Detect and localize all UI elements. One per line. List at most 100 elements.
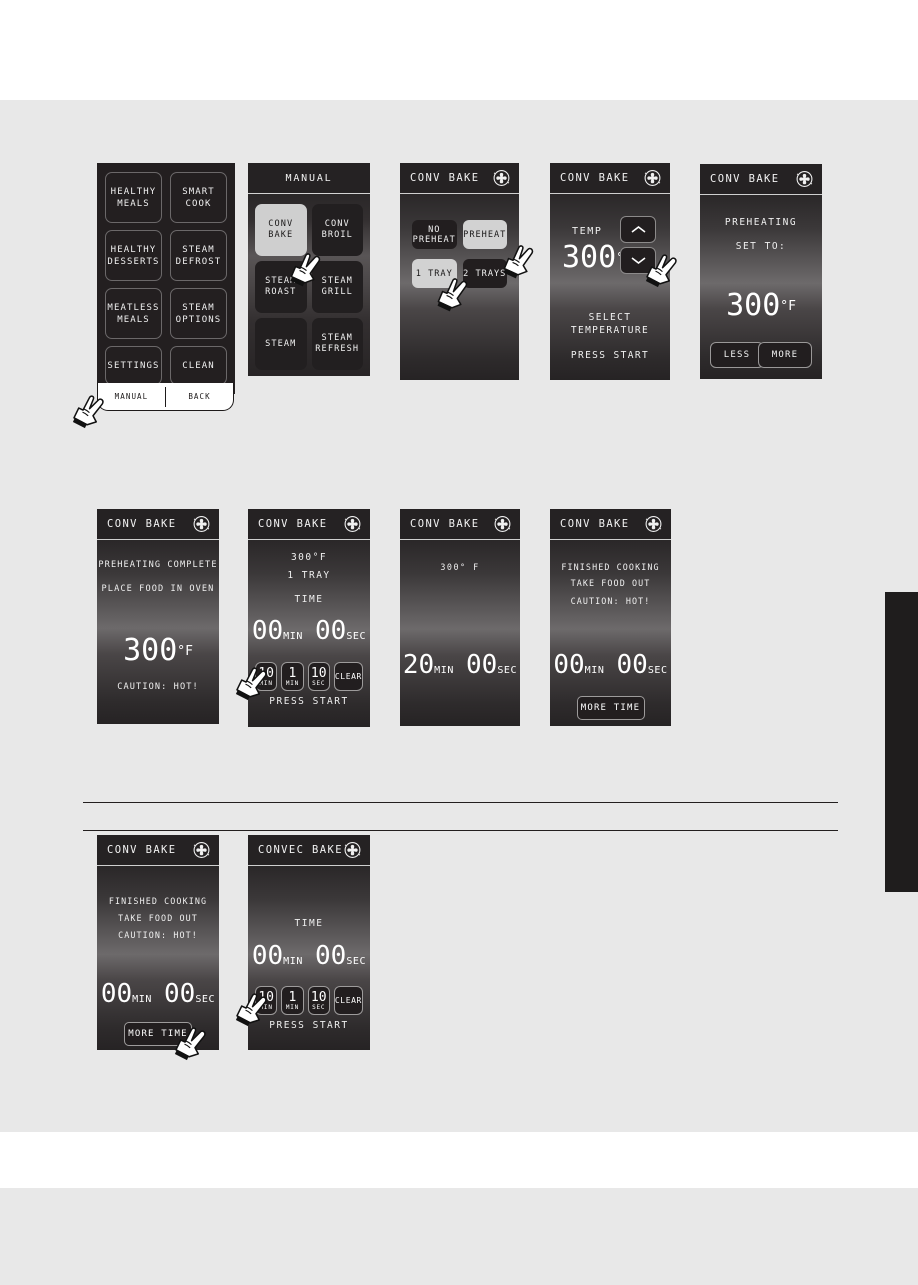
finished-b-line-1: FINISHED COOKING bbox=[108, 896, 208, 906]
fan-icon bbox=[644, 170, 661, 186]
cooking-sec-suffix: SEC bbox=[497, 665, 518, 676]
hand-cursor-icon bbox=[233, 665, 272, 702]
preheating-panel-body: PREHEATING SET TO: 300°F LESS MORE bbox=[700, 195, 822, 379]
temp-instruction: SELECT TEMPERATURE bbox=[570, 312, 650, 336]
set-time-tray: 1 TRAY bbox=[287, 570, 331, 581]
menu-button-clean[interactable]: CLEAN bbox=[170, 346, 227, 385]
menu-button-meatless-meals[interactable]: MEATLESS MEALS bbox=[105, 288, 162, 339]
fan-icon bbox=[645, 516, 662, 532]
cooking-min-suffix: MIN bbox=[434, 665, 454, 676]
convec-numpad-10-sec-unit: SEC bbox=[312, 1003, 326, 1011]
preheat-complete-caution: CAUTION: HOT! bbox=[117, 682, 199, 692]
temp-number: 300 bbox=[562, 240, 617, 275]
finished-b-minutes: 00 bbox=[100, 979, 133, 1009]
menu-button-steam-defrost[interactable]: STEAM DEFROST bbox=[170, 230, 227, 281]
numpad-10-sec-unit: SEC bbox=[312, 679, 326, 687]
set-time-minutes: 00 bbox=[251, 616, 284, 646]
convec-time-title: CONVEC BAKE bbox=[258, 844, 343, 856]
finished-time-display: 00MIN 00SEC bbox=[550, 650, 671, 680]
temperature-panel-header: CONV BAKE bbox=[550, 163, 670, 194]
numpad-1-min-button[interactable]: 1 MIN bbox=[281, 662, 304, 691]
finished-b-seconds: 00 bbox=[164, 979, 196, 1009]
set-time-header: CONV BAKE bbox=[248, 509, 370, 540]
back-button[interactable]: BACK bbox=[166, 392, 233, 401]
hand-cursor-icon bbox=[643, 252, 682, 289]
hand-cursor-icon bbox=[500, 242, 539, 280]
more-button[interactable]: MORE bbox=[758, 342, 812, 368]
menu-button-healthy-desserts[interactable]: HEALTHY DESSERTS bbox=[105, 230, 162, 281]
menu-button-steam-options[interactable]: STEAM OPTIONS bbox=[170, 288, 227, 339]
numpad-1-min-value: 1 bbox=[288, 665, 297, 681]
menu-button-healthy-meals[interactable]: HEALTHY MEALS bbox=[105, 172, 162, 223]
finished-line-2: TAKE FOOD OUT bbox=[570, 578, 651, 588]
preheat-complete-body: PREHEATING COMPLETE PLACE FOOD IN OVEN 3… bbox=[97, 540, 219, 724]
panel-preheat-complete[interactable]: CONV BAKE PREHEATING COMPLETE PLACE FOOD… bbox=[97, 509, 219, 724]
hand-cursor-icon bbox=[172, 1025, 211, 1062]
menu-bottom-bar[interactable]: MANUAL BACK bbox=[97, 383, 234, 411]
divider-top bbox=[83, 802, 838, 803]
convec-time-label: TIME bbox=[294, 918, 324, 929]
convec-numpad-1-min-button[interactable]: 1 MIN bbox=[281, 986, 304, 1015]
preheating-line-1: PREHEATING bbox=[724, 217, 798, 228]
fan-icon bbox=[494, 516, 511, 532]
set-time-sec-suffix: SEC bbox=[346, 631, 367, 642]
convec-minutes: 00 bbox=[251, 941, 284, 971]
temp-press-start: PRESS START bbox=[570, 350, 650, 361]
manual-panel-header: MANUAL bbox=[248, 163, 370, 194]
preheat-complete-temp-number: 300 bbox=[123, 633, 178, 668]
numpad-10-sec-button[interactable]: 10 SEC bbox=[307, 662, 330, 691]
preheating-temp: 300°F bbox=[700, 288, 822, 323]
cooking-header: CONV BAKE bbox=[400, 509, 520, 540]
menu-button-settings[interactable]: SETTINGS bbox=[105, 346, 162, 385]
preheat-complete-line-2: PLACE FOOD IN OVEN bbox=[101, 584, 215, 594]
convec-time-display: 00MIN 00SEC bbox=[248, 941, 370, 971]
options-panel-title: CONV BAKE bbox=[410, 172, 480, 184]
preheating-panel-title: CONV BAKE bbox=[710, 173, 780, 185]
fan-icon bbox=[493, 170, 510, 186]
convec-numpad-10-sec-value: 10 bbox=[310, 989, 327, 1005]
numpad-1-min-unit: MIN bbox=[285, 679, 300, 687]
hand-cursor-icon bbox=[233, 991, 272, 1028]
fan-icon bbox=[344, 842, 361, 858]
cooking-title: CONV BAKE bbox=[410, 518, 480, 530]
options-panel-header: CONV BAKE bbox=[400, 163, 519, 194]
finished-b-line-2: TAKE FOOD OUT bbox=[118, 913, 198, 923]
hand-cursor-icon bbox=[70, 393, 109, 430]
panel-cooking[interactable]: CONV BAKE 300° F 20MIN 00SEC bbox=[400, 509, 520, 726]
cooking-minutes: 20 bbox=[402, 650, 435, 680]
panel-finished-cooking[interactable]: CONV BAKE FINISHED COOKING TAKE FOOD OUT… bbox=[550, 509, 671, 726]
manual-button-steam[interactable]: STEAM bbox=[255, 318, 307, 370]
temp-up-button[interactable] bbox=[620, 216, 656, 243]
panel-finished-cooking-b[interactable]: CONV BAKE FINISHED COOKING TAKE FOOD OUT… bbox=[97, 835, 219, 1050]
manual-panel-title: MANUAL bbox=[285, 172, 333, 184]
convec-sec-suffix: SEC bbox=[346, 956, 367, 967]
menu-button-smart-cook[interactable]: SMART COOK bbox=[170, 172, 227, 223]
convec-min-suffix: MIN bbox=[283, 956, 303, 967]
cooking-temp: 300° F bbox=[440, 562, 480, 572]
preheat-complete-temp: 300°F bbox=[97, 633, 219, 668]
set-time-seconds: 00 bbox=[315, 616, 347, 646]
convec-numpad-1-min-unit: MIN bbox=[285, 1003, 300, 1011]
set-time-temp: 300°F bbox=[290, 552, 328, 563]
preheating-panel-header: CONV BAKE bbox=[700, 164, 822, 195]
cooking-seconds: 00 bbox=[466, 650, 498, 680]
convec-numpad-10-sec-button[interactable]: 10 SEC bbox=[307, 986, 330, 1015]
divider-bottom bbox=[83, 830, 838, 831]
hand-cursor-icon bbox=[434, 275, 473, 313]
chevron-up-icon bbox=[631, 225, 645, 233]
preheat-complete-title: CONV BAKE bbox=[107, 518, 177, 530]
option-button-no-preheat[interactable]: NO PREHEAT bbox=[412, 220, 457, 249]
convec-numpad-clear-button[interactable]: CLEAR bbox=[333, 986, 363, 1015]
preheat-complete-line-1: PREHEATING COMPLETE bbox=[98, 560, 218, 570]
more-time-button[interactable]: MORE TIME bbox=[576, 696, 645, 720]
finished-line-3: CAUTION: HOT! bbox=[570, 596, 651, 606]
preheating-line-2: SET TO: bbox=[735, 241, 787, 252]
panel-preheating[interactable]: CONV BAKE PREHEATING SET TO: 300°F LESS … bbox=[700, 164, 822, 379]
finished-b-min-suffix: MIN bbox=[132, 994, 152, 1005]
less-button[interactable]: LESS bbox=[710, 342, 764, 368]
manual-button-steam-refresh[interactable]: STEAM REFRESH bbox=[311, 318, 363, 370]
fan-icon bbox=[796, 171, 813, 187]
numpad-clear-button[interactable]: CLEAR bbox=[333, 662, 363, 691]
finished-min-suffix: MIN bbox=[584, 665, 605, 676]
panel-main-menu[interactable]: HEALTHY MEALS SMART COOK HEALTHY DESSERT… bbox=[97, 163, 235, 394]
